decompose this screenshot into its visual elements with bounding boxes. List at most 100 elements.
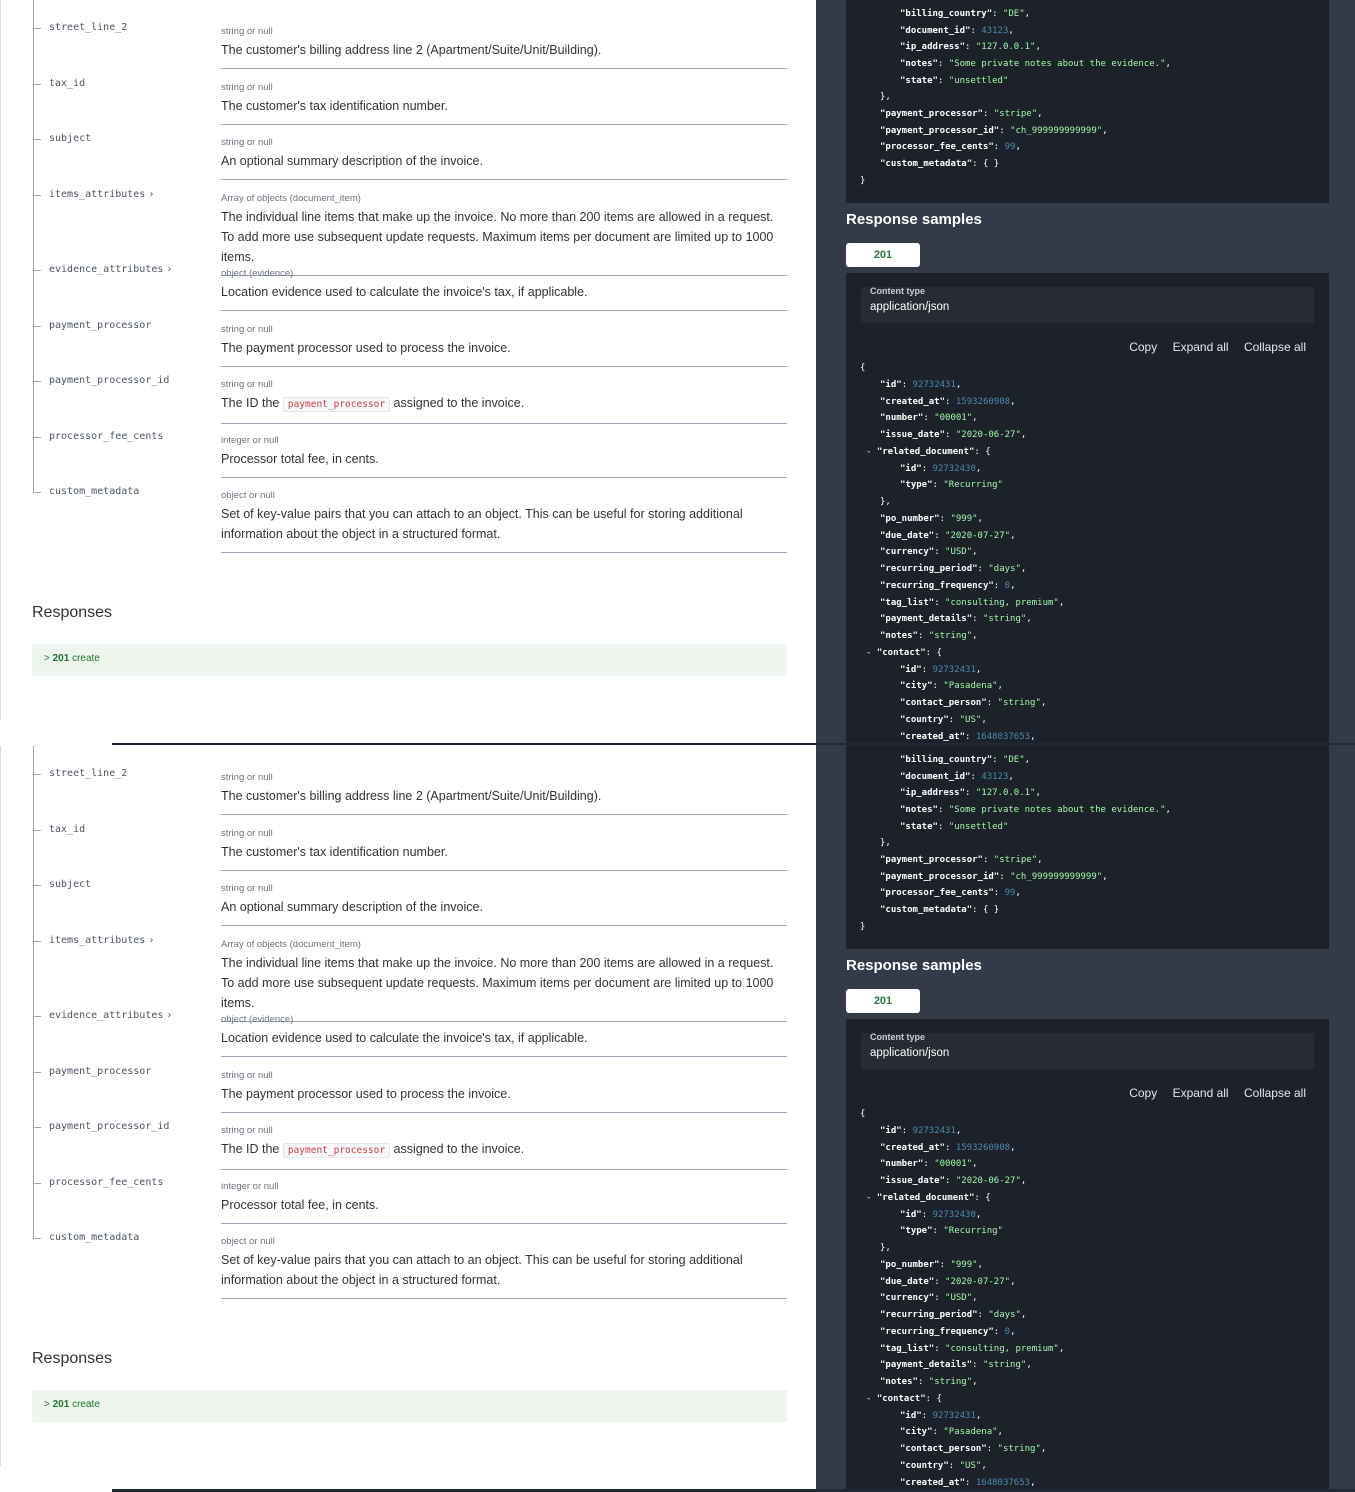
collapse-all-button[interactable]: Collapse all	[1244, 1086, 1306, 1100]
json-key: "id"	[880, 1125, 902, 1136]
json-key: "id"	[880, 379, 902, 390]
json-key: "type"	[900, 1226, 933, 1237]
chevron-right-icon[interactable]: ›	[148, 189, 154, 200]
json-value: "2020-07-27"	[945, 530, 1011, 541]
code-line: "id": 92732431,	[900, 1409, 981, 1423]
json-key: "state"	[900, 821, 938, 832]
param-type: integer or null	[221, 435, 279, 446]
code-token: :	[934, 1276, 946, 1287]
desc-text-after: assigned to the invoice.	[390, 1142, 525, 1156]
param-name-text: custom_metadata	[49, 1232, 140, 1243]
json-key: "created_at"	[880, 396, 946, 407]
param-description: Array of objects (document_item) The indi…	[221, 193, 787, 276]
code-token: ,	[1010, 1326, 1016, 1337]
json-value: "unsettled"	[948, 821, 1009, 832]
code-token: :	[999, 125, 1011, 136]
code-line: - "contact": {	[866, 1392, 942, 1406]
code-line: "id": 92732430,	[900, 462, 981, 476]
code-token: ,	[977, 1259, 983, 1270]
param-type: object or null	[221, 1236, 275, 1247]
code-line: "billing_country": "DE",	[900, 7, 1030, 21]
code-token: ,	[997, 681, 1003, 692]
param-name[interactable]: items_attributes ›	[33, 189, 154, 200]
code-token: ,	[975, 1209, 982, 1220]
json-key: "billing_country"	[900, 9, 993, 19]
json-key: "city"	[900, 1427, 933, 1438]
code-line: "due_date": "2020-07-27",	[880, 1275, 1015, 1289]
chevron-right-icon[interactable]: ›	[166, 264, 172, 275]
collapse-toggle[interactable]: -	[866, 447, 877, 457]
content-type-box[interactable]: Content type application/json	[861, 1032, 1314, 1069]
param-description: integer or null Processor total fee, in c…	[221, 1181, 787, 1224]
code-token: ,	[1037, 855, 1043, 865]
code-token: :	[901, 379, 913, 390]
param-description: string or null The customer's billing add…	[221, 26, 787, 69]
code-line: "issue_date": "2020-06-27",	[880, 428, 1026, 442]
code-token: ,	[1008, 25, 1014, 36]
param-description: string or null The payment processor used…	[221, 1070, 787, 1113]
response-201-label[interactable]: > 201 create	[44, 1399, 100, 1410]
param-desc-text: Location evidence used to calculate the …	[221, 1031, 588, 1045]
param-name[interactable]: items_attributes ›	[33, 935, 154, 946]
tab-201[interactable]: 201	[846, 243, 920, 267]
collapse-all-button[interactable]: Collapse all	[1244, 340, 1306, 354]
param-name: street_line_2	[33, 22, 127, 33]
param-name-text: payment_processor_id	[49, 1121, 170, 1132]
code-token: :	[993, 142, 1005, 153]
json-value: "USD"	[945, 1293, 973, 1304]
code-line: "recurring_frequency": 0,	[880, 1325, 1015, 1339]
param-desc-text: The ID the payment_processor assigned to…	[221, 1139, 787, 1161]
docs-panel: street_line_2 string or null The customer'…	[0, 746, 817, 1466]
response-201-toggle[interactable]: > 201 create	[32, 1390, 787, 1422]
code-token: ,	[955, 1125, 962, 1136]
expand-all-button[interactable]: Expand all	[1173, 1086, 1229, 1100]
json-key: "ip_address"	[900, 788, 966, 799]
json-key: "notes"	[880, 631, 918, 641]
param-description: object (evidence) Location evidence used …	[221, 268, 787, 311]
param-name: payment_processor	[33, 320, 151, 331]
json-value: "DE"	[1002, 9, 1025, 19]
param-desc-text: The individual line items that make up t…	[221, 956, 774, 1010]
expand-all-button[interactable]: Expand all	[1173, 340, 1229, 354]
json-key: "custom_metadata"	[880, 159, 973, 170]
code-line: "payment_processor": "stripe",	[880, 853, 1043, 867]
copy-button[interactable]: Copy	[1129, 1086, 1157, 1100]
chevron-right-icon[interactable]: ›	[148, 935, 154, 946]
tab-201[interactable]: 201	[846, 989, 920, 1013]
chevron-right-icon[interactable]: ›	[166, 1010, 172, 1021]
param-name: custom_metadata	[33, 486, 139, 497]
json-key: "issue_date"	[880, 430, 946, 440]
param-tree-line	[33, 0, 34, 492]
json-value: "2020-06-27"	[955, 1176, 1021, 1186]
code-line: "po_number": "999",	[880, 512, 983, 526]
copy-button[interactable]: Copy	[1129, 340, 1157, 354]
collapse-toggle[interactable]: -	[866, 1394, 877, 1404]
json-key: "ip_address"	[900, 42, 966, 53]
json-value: 1593260908	[955, 1142, 1011, 1153]
json-key: "payment_processor_id"	[880, 125, 1000, 136]
samples-panel: "billing_country": "DE", "document_id": 4…	[816, 0, 1355, 746]
code-token: ,	[1102, 871, 1108, 882]
param-name[interactable]: evidence_attributes ›	[33, 1010, 172, 1021]
code-token: :	[970, 25, 982, 36]
param-name-text: tax_id	[49, 824, 86, 835]
collapse-toggle[interactable]: -	[866, 1193, 877, 1203]
json-value: "string"	[982, 1360, 1027, 1371]
json-value: "consulting, premium"	[945, 597, 1059, 608]
inline-code: payment_processor	[282, 1143, 391, 1158]
code-token: :	[972, 614, 983, 625]
code-line: "payment_processor": "stripe",	[880, 107, 1043, 121]
code-token: ,	[1020, 564, 1027, 574]
response-201-toggle[interactable]: > 201 create	[32, 644, 787, 676]
responses-heading: Responses	[32, 1350, 113, 1367]
collapse-toggle[interactable]: -	[866, 648, 877, 658]
content-type-box[interactable]: Content type application/json	[861, 286, 1314, 323]
code-line: "created_at": 1593260908,	[880, 395, 1015, 409]
json-value: 1648037653	[975, 731, 1031, 742]
param-type: string or null	[221, 772, 273, 783]
param-type: object (evidence)	[221, 1014, 294, 1025]
param-name[interactable]: evidence_attributes ›	[33, 264, 172, 275]
code-token: ,	[1020, 1176, 1027, 1186]
response-201-label[interactable]: > 201 create	[44, 653, 100, 664]
code-token: :	[992, 9, 1003, 19]
